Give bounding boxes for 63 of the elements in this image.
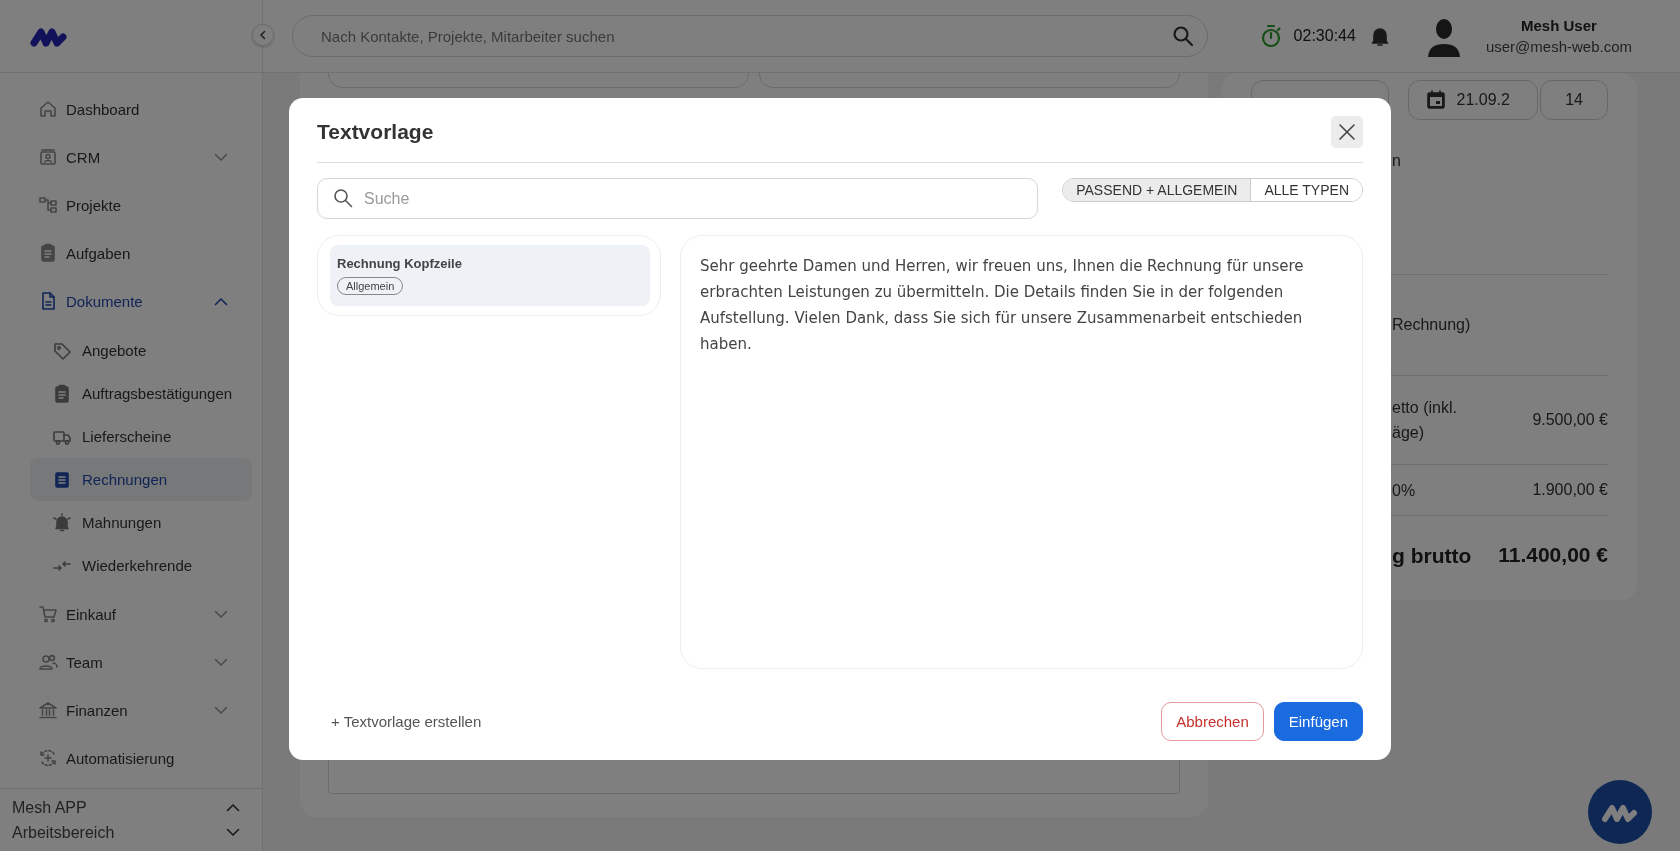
- template-item[interactable]: Rechnung Kopfzeile Allgemein: [330, 245, 650, 306]
- search-field[interactable]: Nach Kontakte, Projekte, Mitarbeiter suchen: [292, 15, 1208, 57]
- summary-label: etto (inkl. äge): [1392, 398, 1458, 443]
- summary-label: 0%: [1392, 480, 1416, 501]
- people-icon: [38, 652, 58, 672]
- workspace-label: Mesh APP: [12, 798, 87, 817]
- sidebar-item[interactable]: Dashboard: [30, 85, 252, 133]
- user-name: Mesh User: [1521, 17, 1597, 34]
- close-button[interactable]: [1331, 115, 1363, 148]
- date-field[interactable]: 21.09.2: [1407, 80, 1539, 120]
- clipboard-icon: [52, 383, 72, 404]
- summary-label: n: [1392, 151, 1401, 171]
- tag-icon: [52, 340, 72, 361]
- summary-label: Rechnung): [1392, 315, 1471, 335]
- clipboard-icon: [38, 243, 58, 263]
- calendar-icon: [1424, 89, 1447, 111]
- stopwatch-icon: [1259, 24, 1282, 48]
- contact-card-icon: [38, 147, 58, 167]
- bell-icon: [1369, 25, 1390, 47]
- summary-value: 1.900,00 €: [1532, 481, 1608, 499]
- sidebar-subitem[interactable]: Wiederkehrende: [30, 544, 252, 587]
- sidebar-item[interactable]: Finanzen: [30, 686, 252, 734]
- sidebar-subitem[interactable]: Mahnungen: [30, 501, 252, 544]
- days-field[interactable]: 14: [1540, 80, 1608, 120]
- invoice-icon: [52, 469, 72, 490]
- sidebar-item[interactable]: Automatisierung: [30, 734, 252, 782]
- search-icon: [1172, 25, 1194, 47]
- cart-icon: [38, 604, 58, 624]
- home-icon: [38, 99, 58, 119]
- template-preview: Sehr geehrte Damen und Herren, wir freuen uns, Ihnen die Rechnung für unsere erbrachten Leistungen zu übermitteln. Die Details finden Sie in der folgenden Aufstellung. Vielen Dank, dass Sie sich für unsere Zusammenarbeit entschieden haben.: [680, 235, 1363, 669]
- chevron-left-icon: [258, 30, 268, 40]
- chevron-up-icon[interactable]: [226, 803, 240, 812]
- create-template-link[interactable]: + Textvorlage erstellen: [331, 713, 482, 730]
- summary-label: g brutto: [1392, 542, 1472, 568]
- template-name: Rechnung Kopfzeile: [337, 256, 462, 271]
- cancel-button[interactable]: Abbrechen: [1161, 702, 1264, 741]
- sidebar-subitem[interactable]: Lieferscheine: [30, 415, 252, 458]
- user-email: user@mesh-web.com: [1485, 38, 1632, 55]
- sidebar-item[interactable]: Einkauf: [30, 590, 252, 638]
- automation-icon: [38, 748, 58, 768]
- close-icon: [1338, 122, 1356, 141]
- search-icon: [333, 188, 353, 208]
- filter-tab[interactable]: PASSEND + ALLGEMEIN: [1063, 179, 1251, 201]
- workspace-label: Arbeitsbereich: [12, 823, 115, 842]
- sidebar-item[interactable]: Projekte: [30, 181, 252, 229]
- filter-tab[interactable]: ALLE TYPEN: [1250, 179, 1362, 201]
- bank-icon: [38, 700, 58, 720]
- sidebar-item[interactable]: Aufgaben: [30, 229, 252, 277]
- summary-value: 9.500,00 €: [1532, 411, 1608, 429]
- sidebar-subitem[interactable]: Rechnungen: [30, 458, 252, 501]
- timer-text: 02:30:44: [1293, 27, 1356, 45]
- sidebar-item[interactable]: Team: [30, 638, 252, 686]
- summary-value: 11.400,00 €: [1498, 543, 1608, 567]
- sidebar-item[interactable]: Dokumente: [30, 277, 252, 325]
- chevron-down-icon[interactable]: [226, 828, 240, 837]
- insert-button[interactable]: Einfügen: [1273, 702, 1363, 741]
- sidebar-item[interactable]: CRM: [30, 133, 252, 181]
- dialog-title: Textvorlage: [317, 119, 434, 144]
- search-field[interactable]: Suche: [317, 178, 1038, 219]
- sidebar-subitem[interactable]: Angebote: [30, 329, 252, 372]
- alarm-bell-icon: [52, 512, 72, 533]
- hierarchy-icon: [38, 195, 58, 215]
- sidebar-subitem[interactable]: Auftragsbestätigungen: [30, 372, 252, 415]
